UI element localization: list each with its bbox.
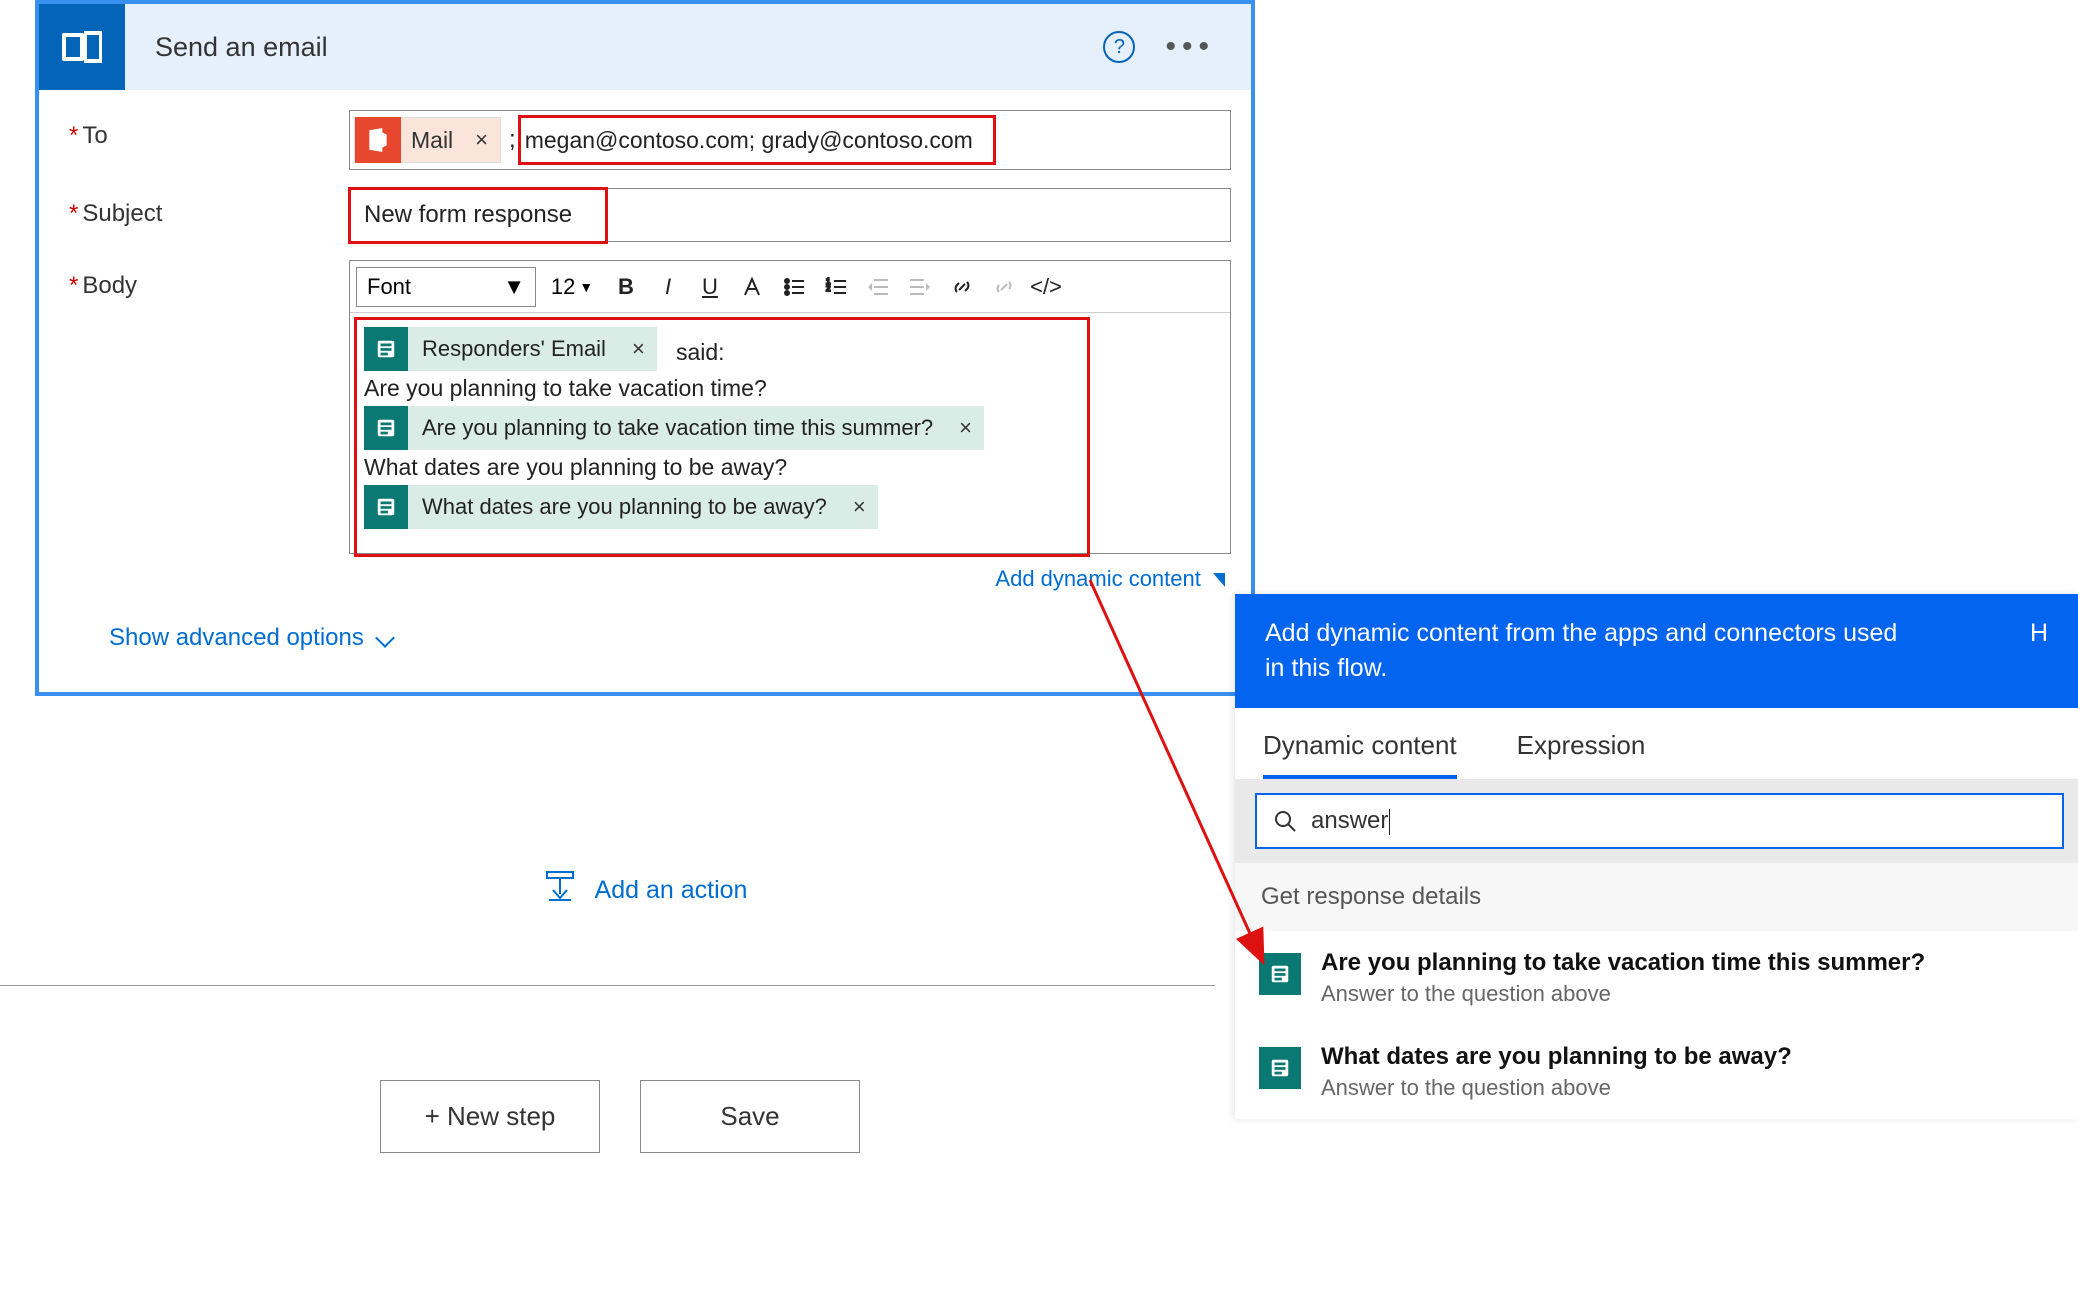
font-size-value: 12 bbox=[551, 274, 575, 300]
bold-button[interactable]: B bbox=[608, 269, 644, 305]
mail-token[interactable]: Mail × bbox=[354, 117, 501, 163]
forms-icon bbox=[364, 327, 408, 371]
add-action-button[interactable]: Add an action bbox=[543, 870, 748, 911]
show-advanced-options[interactable]: Show advanced options bbox=[69, 592, 1231, 662]
forms-icon bbox=[1259, 953, 1301, 995]
tab-dynamic-content[interactable]: Dynamic content bbox=[1245, 708, 1475, 779]
to-row: *To Mail × ; megan@contoso.com; grady@co… bbox=[69, 110, 1231, 170]
semicolon: ; bbox=[509, 126, 516, 154]
remove-token-icon[interactable]: × bbox=[947, 415, 984, 441]
dynamic-content-header-text: Add dynamic content from the apps and co… bbox=[1265, 616, 1905, 686]
remove-token-icon[interactable]: × bbox=[463, 127, 500, 153]
subject-row: *Subject New form response bbox=[69, 188, 1231, 242]
token-label: Are you planning to take vacation time t… bbox=[408, 415, 947, 441]
token-label: What dates are you planning to be away? bbox=[408, 494, 841, 520]
indent-button[interactable] bbox=[902, 269, 938, 305]
question1-token[interactable]: Are you planning to take vacation time t… bbox=[364, 406, 984, 450]
editor-toolbar: Font ▼ 12 ▼ B I U bbox=[350, 261, 1230, 313]
subject-label: *Subject bbox=[69, 188, 349, 228]
said-text: said: bbox=[676, 339, 725, 365]
outlook-icon bbox=[39, 4, 125, 90]
svg-text:2: 2 bbox=[826, 284, 831, 293]
text-color-button[interactable] bbox=[734, 269, 770, 305]
to-emails-highlight: megan@contoso.com; grady@contoso.com bbox=[518, 115, 996, 165]
dynamic-item[interactable]: What dates are you planning to be away? … bbox=[1235, 1025, 2078, 1119]
forms-icon bbox=[1259, 1047, 1301, 1089]
token-label: Responders' Email bbox=[408, 336, 620, 362]
card-body: *To Mail × ; megan@contoso.com; grady@co… bbox=[39, 90, 1251, 692]
search-input[interactable]: answer bbox=[1311, 807, 2046, 835]
forms-icon bbox=[364, 485, 408, 529]
card-bottom-border bbox=[0, 985, 1215, 986]
office-icon bbox=[355, 117, 401, 163]
body-line-2: What dates are you planning to be away? bbox=[364, 454, 1220, 481]
advanced-options-label: Show advanced options bbox=[109, 624, 364, 652]
tab-expression[interactable]: Expression bbox=[1499, 708, 1664, 779]
to-input[interactable]: Mail × ; megan@contoso.com; grady@contos… bbox=[349, 110, 1231, 170]
code-view-button[interactable]: </> bbox=[1028, 269, 1064, 305]
dynamic-content-tabs: Dynamic content Expression bbox=[1235, 708, 2078, 779]
caret-down-icon: ▼ bbox=[503, 274, 525, 300]
search-wrap: answer bbox=[1235, 779, 2078, 863]
add-action-label: Add an action bbox=[595, 876, 748, 905]
text-caret bbox=[1389, 809, 1390, 835]
unlink-button[interactable] bbox=[986, 269, 1022, 305]
save-button[interactable]: Save bbox=[640, 1080, 860, 1153]
dynamic-item-title: What dates are you planning to be away? bbox=[1321, 1043, 1792, 1071]
chevron-down-icon bbox=[375, 628, 395, 648]
token-label: Mail bbox=[401, 127, 463, 154]
dynamic-content-header: Add dynamic content from the apps and co… bbox=[1235, 594, 2078, 708]
numbered-list-button[interactable]: 12 bbox=[818, 269, 854, 305]
body-line-1: Are you planning to take vacation time? bbox=[364, 375, 1220, 402]
dynamic-item-subtitle: Answer to the question above bbox=[1321, 981, 1925, 1007]
dynamic-item[interactable]: Are you planning to take vacation time t… bbox=[1235, 931, 2078, 1025]
caret-icon bbox=[1213, 573, 1225, 587]
card-header: Send an email ? ••• bbox=[39, 4, 1251, 90]
body-editor: Font ▼ 12 ▼ B I U bbox=[349, 260, 1231, 554]
responders-email-token[interactable]: Responders' Email × bbox=[364, 327, 657, 371]
bullet-list-button[interactable] bbox=[776, 269, 812, 305]
underline-button[interactable]: U bbox=[692, 269, 728, 305]
font-label: Font bbox=[367, 274, 411, 300]
new-step-button[interactable]: + New step bbox=[380, 1080, 600, 1153]
search-input-container[interactable]: answer bbox=[1255, 793, 2064, 849]
body-row: *Body Font ▼ 12 ▼ B I U bbox=[69, 260, 1231, 592]
add-action-row: Add an action bbox=[35, 870, 1255, 911]
card-title: Send an email bbox=[155, 32, 1103, 63]
dynamic-content-panel: Add dynamic content from the apps and co… bbox=[1235, 594, 2078, 1119]
remove-token-icon[interactable]: × bbox=[841, 494, 878, 520]
link-button[interactable] bbox=[944, 269, 980, 305]
dynamic-section-title: Get response details bbox=[1235, 863, 2078, 931]
add-dynamic-content-label: Add dynamic content bbox=[995, 566, 1200, 591]
italic-button[interactable]: I bbox=[650, 269, 686, 305]
editor-content[interactable]: Responders' Email × said: Are you planni… bbox=[350, 313, 1230, 553]
help-icon[interactable]: ? bbox=[1103, 31, 1135, 63]
outdent-button[interactable] bbox=[860, 269, 896, 305]
bottom-buttons: + New step Save bbox=[380, 1080, 860, 1153]
body-label: *Body bbox=[69, 260, 349, 300]
remove-token-icon[interactable]: × bbox=[620, 336, 657, 362]
send-email-card: Send an email ? ••• *To Mail × ; bbox=[35, 0, 1255, 696]
to-label: *To bbox=[69, 110, 349, 150]
more-menu-icon[interactable]: ••• bbox=[1165, 30, 1215, 64]
font-dropdown[interactable]: Font ▼ bbox=[356, 267, 536, 307]
question2-token[interactable]: What dates are you planning to be away? … bbox=[364, 485, 878, 529]
add-action-icon bbox=[543, 870, 577, 911]
search-icon bbox=[1273, 809, 1297, 833]
forms-icon bbox=[364, 406, 408, 450]
dynamic-item-subtitle: Answer to the question above bbox=[1321, 1075, 1792, 1101]
subject-input[interactable]: New form response bbox=[349, 188, 1231, 242]
caret-down-icon: ▼ bbox=[579, 279, 593, 295]
dynamic-content-header-right[interactable]: H bbox=[2030, 616, 2048, 651]
add-dynamic-content-link[interactable]: Add dynamic content bbox=[349, 554, 1231, 592]
to-emails-text[interactable]: megan@contoso.com; grady@contoso.com bbox=[525, 127, 973, 154]
dynamic-item-title: Are you planning to take vacation time t… bbox=[1321, 949, 1925, 977]
font-size-dropdown[interactable]: 12 ▼ bbox=[542, 267, 602, 307]
subject-value: New form response bbox=[364, 201, 572, 229]
